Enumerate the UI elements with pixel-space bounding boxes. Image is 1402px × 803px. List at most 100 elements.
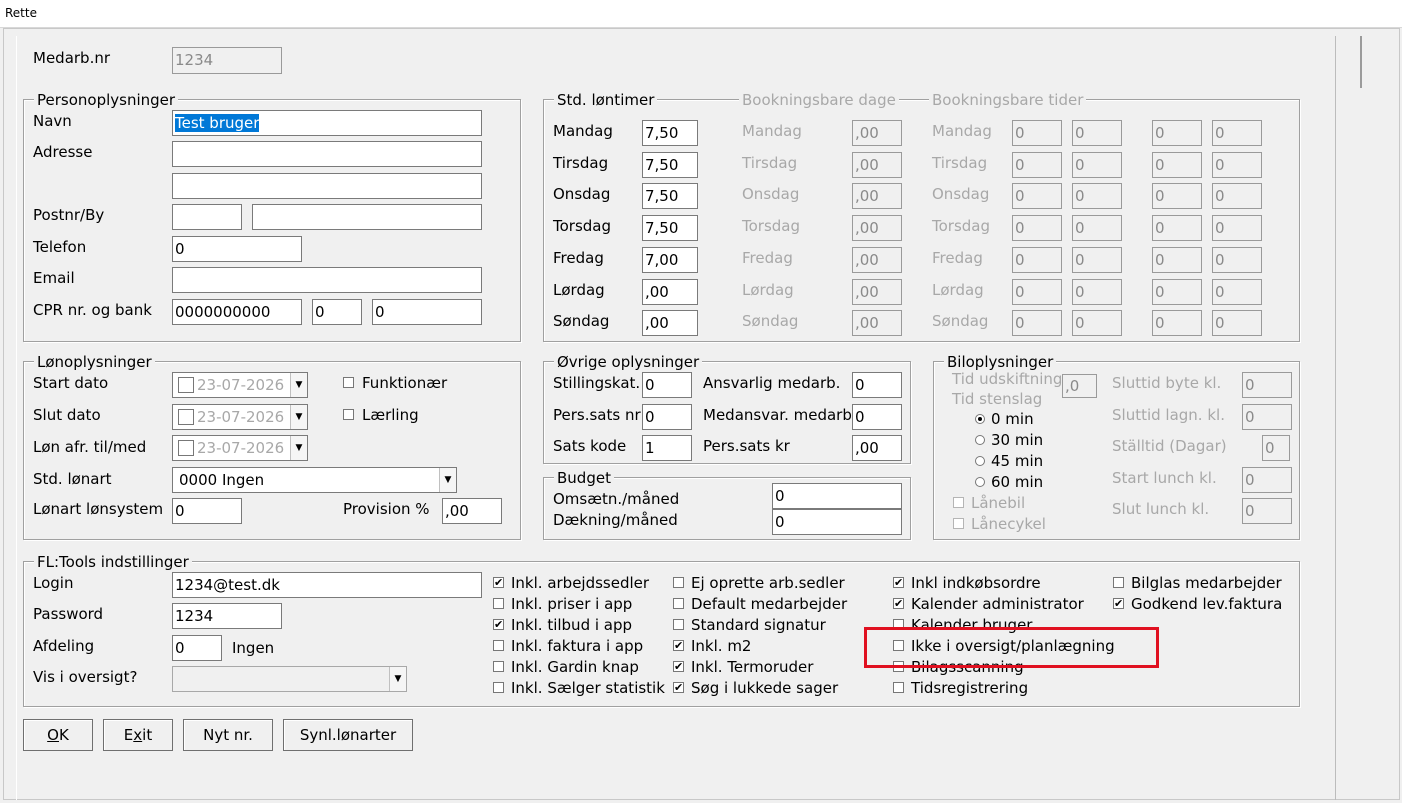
booking-time-field[interactable]: 0 [1212,310,1262,336]
booking-time-field[interactable]: 0 [1072,279,1122,305]
booking-time-field[interactable]: 0 [1212,152,1262,178]
booking-time-field[interactable]: 0 [1212,279,1262,305]
udskift-field[interactable]: ,0 [1062,374,1097,398]
booking-time-field[interactable]: 0 [1012,247,1062,273]
navn-field[interactable]: Test bruger [172,110,482,136]
afdeling-field[interactable]: 0 [172,635,222,661]
bank-field-1[interactable]: 0 [312,299,362,325]
daek-field[interactable]: 0 [772,509,902,535]
bank-field-2[interactable]: 0 [372,299,482,325]
chevron-down-icon[interactable]: ▼ [290,373,307,397]
day-hours-field[interactable]: 7,50 [642,120,698,146]
satskode-field[interactable]: 1 [642,435,692,461]
setting-checkbox[interactable]: ✔ [673,682,684,693]
booking-time-field[interactable]: 0 [1152,279,1202,305]
booking-time-field[interactable]: 0 [1152,247,1202,273]
scrollbar[interactable] [1360,36,1362,88]
setting-checkbox[interactable] [673,619,684,630]
staall-field[interactable]: 0 [1262,435,1290,461]
login-field[interactable]: 1234@test.dk [172,572,482,598]
booking-time-field[interactable]: 0 [1012,183,1062,209]
setting-checkbox[interactable] [673,598,684,609]
slut-dato-check[interactable] [178,409,194,425]
setting-checkbox[interactable] [493,682,504,693]
oms-field[interactable]: 0 [772,483,902,509]
setting-checkbox[interactable]: ✔ [893,577,904,588]
booking-time-field[interactable]: 0 [1072,120,1122,146]
laerling-checkbox[interactable] [343,409,354,420]
day-hours-field[interactable]: ,00 [642,279,698,305]
chevron-down-icon[interactable]: ▼ [290,405,307,429]
afr-dato-picker[interactable]: 23-07-2026 ▼ [172,435,308,461]
booking-time-field[interactable]: 0 [1012,152,1062,178]
booking-time-field[interactable]: 0 [1072,152,1122,178]
medarb-field[interactable]: 1234 [172,47,282,74]
telefon-field[interactable]: 0 [172,236,302,262]
vis-select[interactable]: ▼ [172,666,407,692]
booking-time-field[interactable]: 0 [1152,183,1202,209]
setting-checkbox[interactable]: ✔ [893,598,904,609]
day-hours-field[interactable]: 7,50 [642,152,698,178]
setting-checkbox[interactable]: ✔ [673,661,684,672]
setting-checkbox[interactable] [493,598,504,609]
laanebil-checkbox[interactable] [953,497,964,508]
funktionaer-checkbox[interactable] [343,377,354,388]
setting-checkbox[interactable] [893,682,904,693]
booking-day-field[interactable]: ,00 [852,152,902,178]
adresse-field-1[interactable] [172,141,482,167]
booking-day-field[interactable]: ,00 [852,247,902,273]
day-hours-field[interactable]: 7,50 [642,183,698,209]
stenslag-radio[interactable] [975,477,985,487]
booking-day-field[interactable]: ,00 [852,183,902,209]
password-field[interactable]: 1234 [172,603,282,629]
booking-time-field[interactable]: 0 [1212,120,1262,146]
booking-day-field[interactable]: ,00 [852,310,902,336]
booking-time-field[interactable]: 0 [1152,215,1202,241]
day-hours-field[interactable]: ,00 [642,310,698,336]
chevron-down-icon[interactable]: ▼ [439,468,456,492]
lonsystem-field[interactable]: 0 [172,498,242,524]
booking-day-field[interactable]: ,00 [852,279,902,305]
laanecykel-checkbox[interactable] [953,518,964,529]
booking-time-field[interactable]: 0 [1012,279,1062,305]
cpr-field[interactable]: 0000000000 [172,299,302,325]
setting-checkbox[interactable]: ✔ [673,640,684,651]
lagn-field[interactable]: 0 [1242,404,1292,430]
slut-dato-picker[interactable]: 23-07-2026 ▼ [172,404,308,430]
booking-time-field[interactable]: 0 [1152,310,1202,336]
booking-time-field[interactable]: 0 [1012,120,1062,146]
postnr-field[interactable] [172,204,242,230]
start-dato-picker[interactable]: 23-07-2026 ▼ [172,372,308,398]
startlunch-field[interactable]: 0 [1242,467,1292,493]
ok-button[interactable]: OK [23,719,93,751]
setting-checkbox[interactable]: ✔ [493,577,504,588]
booking-time-field[interactable]: 0 [1072,183,1122,209]
email-field[interactable] [172,267,482,293]
setting-checkbox[interactable]: ✔ [493,619,504,630]
start-dato-check[interactable] [178,377,194,393]
booking-time-field[interactable]: 0 [1072,215,1122,241]
chevron-down-icon[interactable]: ▼ [389,667,406,691]
adresse-field-2[interactable] [172,173,482,199]
perssatskr-field[interactable]: ,00 [852,435,902,461]
stenslag-radio[interactable] [975,414,985,424]
setting-checkbox[interactable] [673,577,684,588]
booking-day-field[interactable]: ,00 [852,215,902,241]
day-hours-field[interactable]: 7,50 [642,215,698,241]
booking-time-field[interactable]: 0 [1212,183,1262,209]
exit-button[interactable]: Exit [103,719,173,751]
stenslag-radio[interactable] [975,435,985,445]
setting-checkbox[interactable] [493,640,504,651]
booking-time-field[interactable]: 0 [1212,215,1262,241]
setting-checkbox[interactable] [1113,577,1124,588]
stilling-field[interactable]: 0 [642,372,692,398]
booking-time-field[interactable]: 0 [1012,310,1062,336]
stdlonart-select[interactable]: 0000 Ingen ▼ [172,467,457,493]
ansvarlig-field[interactable]: 0 [852,372,902,398]
day-hours-field[interactable]: 7,00 [642,247,698,273]
perssats-field[interactable]: 0 [642,404,692,430]
slutlunch-field[interactable]: 0 [1242,498,1292,524]
setting-checkbox[interactable]: ✔ [1113,598,1124,609]
nyt-nr-button[interactable]: Nyt nr. [183,719,273,751]
booking-time-field[interactable]: 0 [1072,310,1122,336]
